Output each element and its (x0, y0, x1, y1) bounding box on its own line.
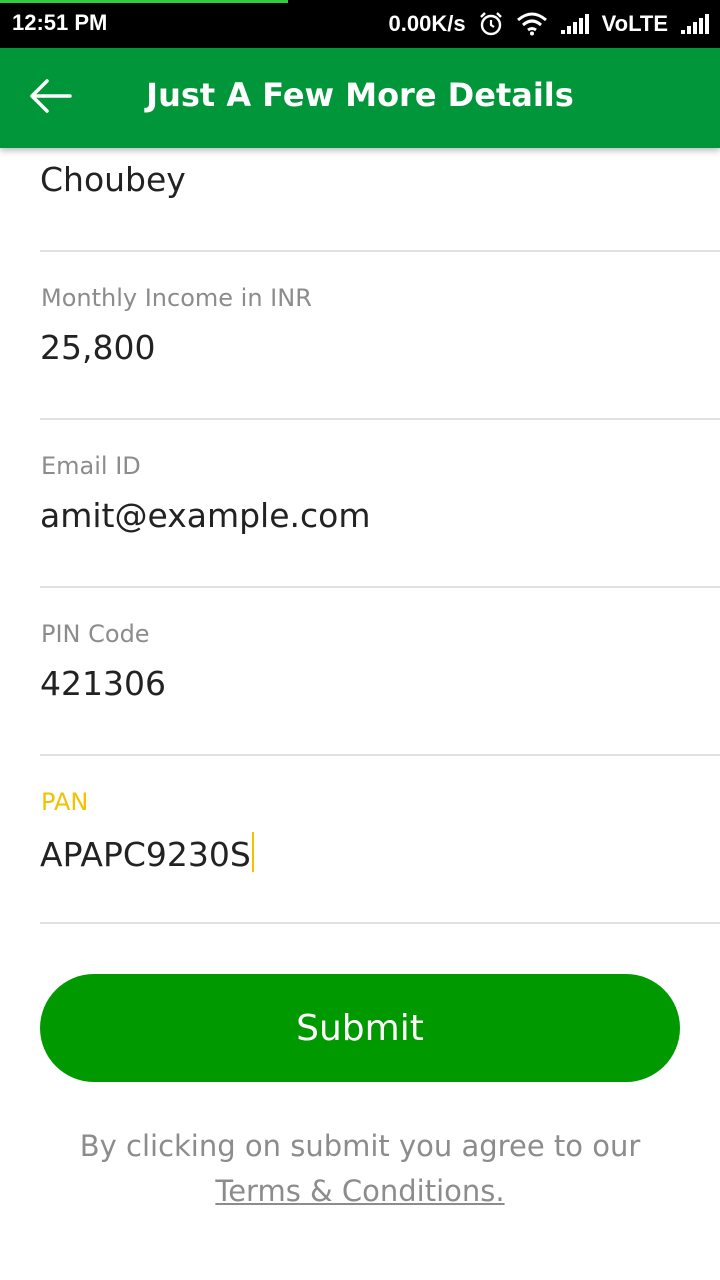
pan-field[interactable]: PAN APAPC9230S (40, 756, 720, 924)
terms-text: By clicking on submit you agree to our (79, 1129, 641, 1163)
page-title: Just A Few More Details (146, 76, 574, 114)
pan-label: PAN (41, 788, 89, 816)
monthly-income-field[interactable]: Monthly Income in INR 25,800 (40, 252, 720, 420)
status-time: 12:51 PM (12, 10, 108, 35)
status-icons: 0.00K/s VoLTE (389, 8, 710, 40)
pan-value: APAPC9230S (40, 835, 251, 874)
pin-code-value[interactable]: 421306 (40, 664, 166, 703)
email-value[interactable]: amit@example.com (40, 496, 370, 535)
pin-code-label: PIN Code (41, 620, 150, 648)
email-label: Email ID (41, 452, 141, 480)
volte-label: VoLTE (601, 11, 668, 36)
wifi-icon (516, 12, 548, 36)
pan-input[interactable]: APAPC9230S (40, 832, 254, 874)
alarm-icon (478, 11, 504, 37)
app-bar: Just A Few More Details (0, 48, 720, 148)
text-cursor (251, 832, 254, 872)
pin-code-field[interactable]: PIN Code 421306 (40, 588, 720, 756)
monthly-income-value[interactable]: 25,800 (40, 328, 155, 367)
email-field[interactable]: Email ID amit@example.com (40, 420, 720, 588)
monthly-income-label: Monthly Income in INR (41, 284, 312, 312)
network-speed: 0.00K/s (388, 11, 466, 36)
last-name-field[interactable]: Choubey (40, 148, 720, 252)
terms-notice: By clicking on submit you agree to our T… (0, 1124, 720, 1214)
page-load-progress (0, 0, 288, 3)
screen: 12:51 PM 0.00K/s VoLTE Just A Few More D… (0, 0, 720, 1280)
status-bar: 12:51 PM 0.00K/s VoLTE (0, 0, 720, 48)
terms-link[interactable]: Terms & Conditions. (215, 1174, 504, 1208)
last-name-value[interactable]: Choubey (40, 160, 186, 199)
signal-icon (680, 13, 710, 35)
submit-button[interactable]: Submit (40, 974, 680, 1082)
signal-icon (560, 13, 590, 35)
